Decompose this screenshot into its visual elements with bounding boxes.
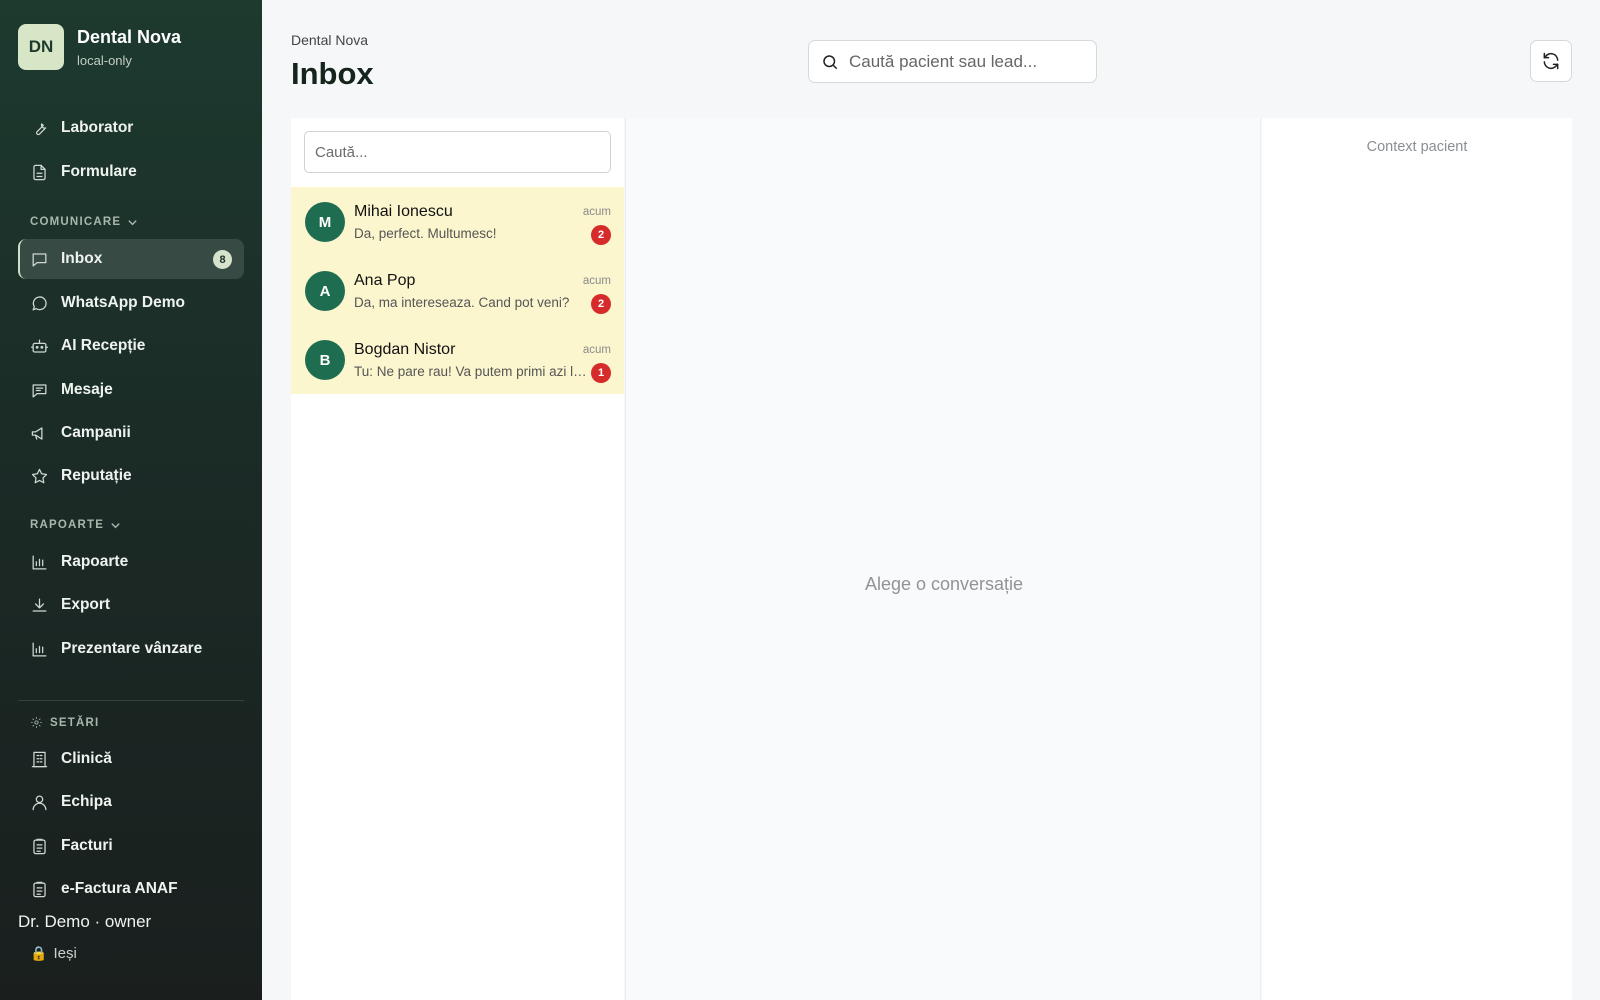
unread-badge: 2 <box>591 294 611 314</box>
chat-bubble-icon <box>32 295 47 310</box>
clipboard-icon <box>33 881 46 897</box>
sidebar-item-label: Formulare <box>61 163 137 180</box>
sidebar-item-label: Facturi <box>61 837 113 854</box>
section-rapoarte[interactable]: RAPOARTE <box>30 519 121 531</box>
clipboard-icon <box>33 838 46 854</box>
conversation-item[interactable]: M Mihai Ionescu Da, perfect. Multumesc! … <box>291 187 624 256</box>
search-icon <box>823 54 838 69</box>
sidebar-item-label: Inbox <box>61 250 103 267</box>
chat-square-icon <box>32 252 47 266</box>
sidebar-item-label: Campanii <box>61 424 131 441</box>
sidebar-item-label: Clinică <box>61 750 112 767</box>
megaphone-icon <box>31 426 43 440</box>
inbox-count-badge: 8 <box>213 250 232 269</box>
building-icon <box>31 751 48 767</box>
conversation-name: Bogdan Nistor <box>354 341 456 358</box>
sidebar-item-laborator[interactable]: Laborator <box>18 108 244 148</box>
patient-context-panel: Context pacient <box>1262 118 1572 1000</box>
empty-chat-message: Alege o conversație <box>864 574 1024 594</box>
sidebar-item-reputatie[interactable]: Reputație <box>18 456 244 496</box>
conversation-search-input[interactable] <box>304 131 611 173</box>
unread-badge: 1 <box>591 363 611 383</box>
conversation-preview: Da, perfect. Multumesc! <box>354 226 497 241</box>
context-panel-title: Context pacient <box>1366 139 1468 155</box>
sidebar-item-whatsapp-demo[interactable]: WhatsApp Demo <box>18 283 244 323</box>
sidebar-item-ai-receptie[interactable]: AI Recepție <box>18 326 244 366</box>
sidebar-item-inbox[interactable]: Inbox 8 <box>18 239 244 279</box>
sidebar: DN Dental Nova local-only Laborator Form… <box>0 0 262 1000</box>
conversation-name: Mihai Ionescu <box>354 203 453 220</box>
sidebar-item-label: Reputație <box>61 467 132 484</box>
conversation-preview: Da, ma intereseaza. Cand pot veni? <box>354 295 570 310</box>
sidebar-item-rapoarte[interactable]: Rapoarte <box>18 542 244 582</box>
sidebar-item-mesaje[interactable]: Mesaje <box>18 370 244 410</box>
sidebar-item-formulare[interactable]: Formulare <box>18 152 244 192</box>
refresh-icon <box>1543 52 1559 70</box>
refresh-button[interactable] <box>1530 40 1572 82</box>
conversation-time: acum <box>582 206 611 218</box>
brand-subtitle: local-only <box>77 52 132 68</box>
sidebar-item-export[interactable]: Export <box>18 585 244 625</box>
conversation-preview: Tu: Ne pare rau! Va putem primi azi la 1… <box>354 364 590 379</box>
logout-button[interactable]: 🔒 Ieși <box>30 945 77 962</box>
sidebar-item-label: Echipa <box>61 793 112 810</box>
sidebar-item-echipa[interactable]: Echipa <box>18 782 244 822</box>
brand-name: Dental Nova <box>77 26 182 47</box>
section-comunicare[interactable]: COMUNICARE <box>30 216 138 228</box>
section-label: SETĂRI <box>50 716 100 729</box>
conversation-item[interactable]: A Ana Pop Da, ma intereseaza. Cand pot v… <box>291 256 624 325</box>
message-icon <box>32 383 47 397</box>
gear-icon <box>31 717 42 728</box>
document-icon <box>33 164 46 180</box>
wrench-icon <box>36 122 47 135</box>
conversation-time: acum <box>582 344 611 356</box>
section-setari[interactable]: SETĂRI <box>30 716 99 729</box>
sidebar-item-label: Rapoarte <box>61 553 129 570</box>
chevron-down-icon <box>111 522 120 528</box>
sidebar-item-prezentare-vanzare[interactable]: Prezentare vânzare <box>18 629 244 669</box>
brand-logo: DN <box>18 24 64 70</box>
lock-icon: 🔒 <box>30 945 48 961</box>
chevron-down-icon <box>128 219 137 225</box>
sidebar-item-label: Export <box>61 596 111 613</box>
user-icon <box>32 795 47 810</box>
sidebar-item-e-factura-anaf[interactable]: e-Factura ANAF <box>18 869 244 909</box>
chat-panel: Alege o conversație <box>625 118 1261 1000</box>
breadcrumb[interactable]: Dental Nova <box>291 32 368 48</box>
conversation-list-panel: M Mihai Ionescu Da, perfect. Multumesc! … <box>291 118 624 1000</box>
sidebar-item-label: Laborator <box>61 119 134 136</box>
bar-chart-icon <box>32 642 47 656</box>
avatar: B <box>305 340 345 380</box>
sidebar-divider <box>18 700 244 701</box>
sidebar-item-facturi[interactable]: Facturi <box>18 826 244 866</box>
sidebar-item-campanii[interactable]: Campanii <box>18 413 244 453</box>
sidebar-item-label: e-Factura ANAF <box>61 880 178 897</box>
global-search-input[interactable] <box>849 51 1079 72</box>
conversation-name: Ana Pop <box>354 272 416 289</box>
sidebar-item-clinica[interactable]: Clinică <box>18 739 244 779</box>
global-search[interactable] <box>808 40 1097 83</box>
avatar: A <box>305 271 345 311</box>
avatar: M <box>305 202 345 242</box>
unread-badge: 2 <box>591 225 611 245</box>
current-user: Dr. Demo · owner <box>18 912 152 931</box>
star-icon <box>31 468 48 483</box>
sidebar-item-label: Prezentare vânzare <box>61 640 203 657</box>
logout-label: Ieși <box>53 945 77 962</box>
sidebar-item-label: AI Recepție <box>61 337 146 354</box>
brand[interactable]: DN Dental Nova local-only <box>18 24 181 70</box>
sidebar-item-label: WhatsApp Demo <box>61 294 185 311</box>
page-title: Inbox <box>291 56 374 91</box>
sidebar-item-label: Mesaje <box>61 381 113 398</box>
conversation-list: M Mihai Ionescu Da, perfect. Multumesc! … <box>291 187 624 394</box>
conversation-item[interactable]: B Bogdan Nistor Tu: Ne pare rau! Va pute… <box>291 325 624 394</box>
download-icon <box>32 598 47 612</box>
section-label: COMUNICARE <box>30 216 122 228</box>
bar-chart-icon <box>32 555 47 569</box>
robot-icon <box>30 339 49 353</box>
section-label: RAPOARTE <box>30 519 105 531</box>
conversation-time: acum <box>582 275 611 287</box>
